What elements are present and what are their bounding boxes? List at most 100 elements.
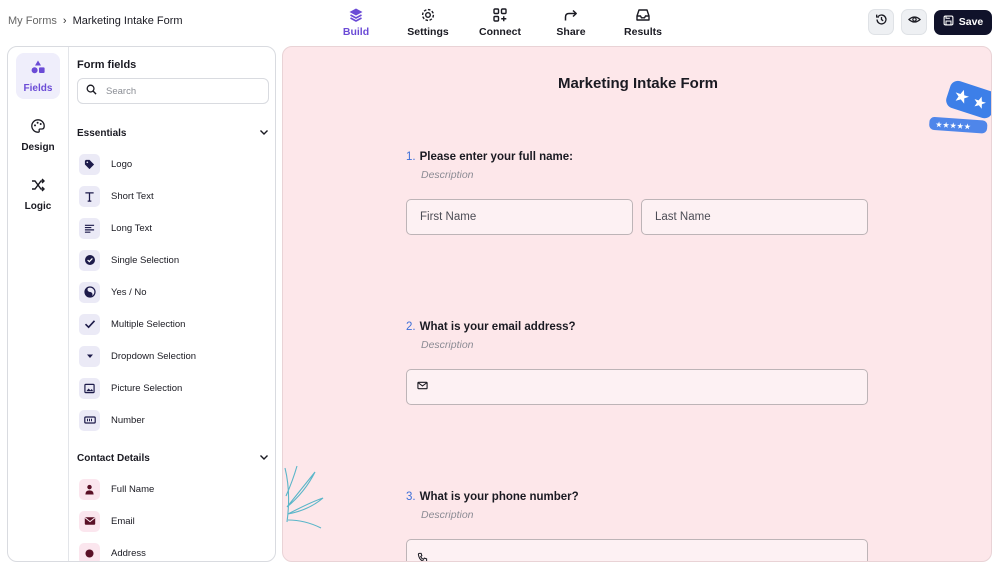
tab-connect-label: Connect [479,26,521,38]
picture-icon [79,377,100,399]
section-contact-details-header[interactable]: Contact Details [77,451,269,465]
question-description: Description [421,509,474,521]
person-icon [79,478,100,500]
gear-icon [388,6,468,24]
field-label: Logo [111,158,133,170]
question-description: Description [421,169,474,181]
rail-label-fields: Fields [23,82,53,94]
breadcrumb-my-forms[interactable]: My Forms [8,15,57,27]
email-input[interactable] [406,369,868,405]
form-title[interactable]: Marketing Intake Form [283,75,991,92]
tab-results[interactable]: Results [603,6,683,38]
tab-settings[interactable]: Settings [388,6,468,38]
number-icon [79,409,100,431]
field-item-short-text[interactable]: Short Text [79,185,265,207]
field-label: Full Name [111,483,155,495]
breadcrumb-current-form: Marketing Intake Form [72,15,183,27]
question-description: Description [421,339,474,351]
tab-connect[interactable]: Connect [460,6,540,38]
tab-share-label: Share [556,26,586,38]
eye-icon [907,13,921,31]
field-label: Long Text [111,222,153,234]
preview-button[interactable] [901,9,927,35]
palette-icon [30,118,46,139]
field-item-picture-selection[interactable]: Picture Selection [79,377,265,399]
last-name-input[interactable]: Last Name [641,199,868,235]
chevron-down-icon [259,127,269,140]
field-label: Multiple Selection [111,318,186,330]
yin-yang-icon [79,281,100,303]
question-text: Please enter your full name: [419,151,573,163]
tab-build[interactable]: Build [316,6,396,38]
field-item-number[interactable]: Number [79,409,265,431]
top-actions: Save [868,9,992,35]
tab-settings-label: Settings [407,26,449,38]
rail-item-fields[interactable]: Fields [16,53,60,99]
phone-input[interactable] [406,539,868,561]
shuffle-icon [30,177,46,198]
field-item-dropdown-selection[interactable]: Dropdown Selection [79,345,265,367]
question-phone[interactable]: 3. What is your phone number? Description [406,491,876,521]
left-panel: Fields Design Logic Form fields Essentia… [7,46,276,562]
field-label: Email [111,515,135,527]
tag-icon [79,153,100,175]
grid-plus-icon [460,6,540,24]
field-label: Number [111,414,145,426]
leaf-illustration [284,465,324,529]
align-left-icon [79,217,100,239]
section-title: Essentials [77,127,127,139]
layers-icon [316,6,396,24]
tab-share[interactable]: Share [531,6,611,38]
first-name-input[interactable]: First Name [406,199,633,235]
chevron-down-icon [259,452,269,465]
question-email[interactable]: 2. What is your email address? Descriptio… [406,321,876,351]
history-button[interactable] [868,9,894,35]
question-number: 2. [406,321,416,333]
share-arrow-icon [531,6,611,24]
tab-build-label: Build [342,26,370,38]
location-icon [79,542,100,561]
rail-label-logic: Logic [24,200,52,212]
field-item-multiple-selection[interactable]: Multiple Selection [79,313,265,335]
shapes-icon [30,59,46,80]
question-text: What is your phone number? [419,491,579,503]
save-label: Save [958,16,984,28]
question-full-name[interactable]: 1. Please enter your full name: Descripti… [406,151,876,181]
phone-icon [417,552,428,561]
check-circle-icon [79,249,100,271]
form-fields-panel: Form fields Essentials Logo Short Text L… [69,47,275,561]
question-text: What is your email address? [419,321,576,333]
caret-down-icon [79,345,100,367]
field-item-yes-no[interactable]: Yes / No [79,281,265,303]
breadcrumb: My Forms › Marketing Intake Form [8,15,183,27]
rail-label-design: Design [21,141,55,153]
question-number: 1. [406,151,416,163]
form-canvas: ★★★★★ Marketing Intake Form 1. Please ent… [282,46,992,562]
field-label: Short Text [111,190,154,202]
field-label: Picture Selection [111,382,183,394]
field-label: Single Selection [111,254,180,266]
field-item-logo[interactable]: Logo [79,153,265,175]
save-button[interactable]: Save [934,9,992,35]
section-essentials-header[interactable]: Essentials [77,126,269,140]
field-item-address[interactable]: Address [79,542,265,561]
search-input[interactable] [106,85,256,97]
field-item-single-selection[interactable]: Single Selection [79,249,265,271]
field-label: Dropdown Selection [111,350,197,362]
search-icon [86,82,97,100]
field-label: Yes / No [111,286,147,298]
rail-item-logic[interactable]: Logic [16,171,60,217]
inbox-icon [603,6,683,24]
builder-rail: Fields Design Logic [8,47,69,561]
field-search[interactable] [77,78,269,104]
history-icon [875,13,888,31]
rail-item-design[interactable]: Design [16,112,60,158]
field-item-long-text[interactable]: Long Text [79,217,265,239]
field-item-email[interactable]: Email [79,510,265,532]
tab-results-label: Results [624,26,662,38]
top-bar: My Forms › Marketing Intake Form Build S… [0,0,1000,44]
field-item-full-name[interactable]: Full Name [79,478,265,500]
form-fields-title: Form fields [77,59,137,71]
save-icon [943,15,954,29]
field-label: Address [111,547,146,559]
